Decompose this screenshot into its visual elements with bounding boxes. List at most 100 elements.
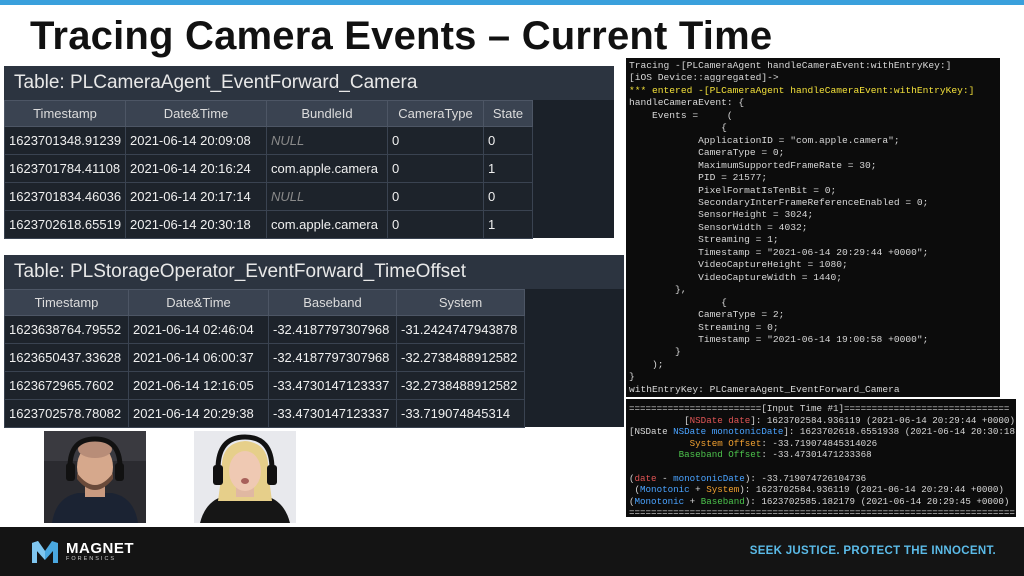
console-body: Events = ( { ApplicationID = "com.apple.… bbox=[629, 109, 929, 383]
camera-events-table-panel: Table: PLCameraAgent_EventForward_Camera… bbox=[4, 66, 614, 239]
table-row[interactable]: 1623702618.65519 2021-06-14 20:30:18 com… bbox=[4, 210, 533, 239]
table-row[interactable]: 1623650437.33628 2021-06-14 06:00:37 -32… bbox=[4, 343, 525, 372]
cell: -33.719074845314 bbox=[396, 399, 525, 428]
nsdate-value: : 1623702584.936119 (2021-06-14 20:29:44… bbox=[755, 414, 1015, 426]
output-header: ========================[Input Time #1]=… bbox=[629, 403, 1010, 414]
cell: NULL bbox=[266, 126, 388, 155]
cell: 1623701834.46036 bbox=[4, 182, 126, 211]
cell: 2021-06-14 02:46:04 bbox=[128, 315, 269, 344]
table-row[interactable]: 1623702578.78082 2021-06-14 20:29:38 -33… bbox=[4, 399, 525, 428]
table-row[interactable]: 1623701784.41108 2021-06-14 20:16:24 com… bbox=[4, 154, 533, 183]
cell: -33.4730147123337 bbox=[268, 399, 397, 428]
footer-bar: MAGNET FORENSICS SEEK JUSTICE. PROTECT T… bbox=[0, 527, 1024, 576]
cell: 0 bbox=[387, 126, 484, 155]
cell: com.apple.camera bbox=[266, 210, 388, 239]
cell: 0 bbox=[387, 154, 484, 183]
mono-sys-value: ): 1623702584.936119 (2021-06-14 20:29:4… bbox=[739, 484, 1004, 496]
footer-tagline: SEEK JUSTICE. PROTECT THE INNOCENT. bbox=[749, 545, 996, 557]
magnet-forensics-logo[interactable]: MAGNET FORENSICS bbox=[30, 537, 134, 567]
cell: com.apple.camera bbox=[266, 154, 388, 183]
logo-wordmark: MAGNET bbox=[66, 540, 134, 557]
mono-bb-a: Monotonic bbox=[634, 495, 685, 507]
column-header[interactable]: Baseband bbox=[268, 289, 397, 316]
column-header[interactable]: Date&Time bbox=[125, 100, 267, 127]
column-header[interactable]: System bbox=[396, 289, 525, 316]
table-title: Table: PLCameraAgent_EventForward_Camera bbox=[4, 66, 614, 100]
cell: 1623702618.65519 bbox=[4, 210, 126, 239]
column-header[interactable]: State bbox=[483, 100, 533, 127]
cell: 2021-06-14 12:16:05 bbox=[128, 371, 269, 400]
cell: 2021-06-14 20:29:38 bbox=[128, 399, 269, 428]
console-line: handleCameraEvent: { bbox=[629, 97, 745, 109]
cell: 2021-06-14 06:00:37 bbox=[128, 343, 269, 372]
baseband-offset-value: : -33.47301471233368 bbox=[761, 449, 872, 461]
table-row[interactable]: 1623701348.91239 2021-06-14 20:09:08 NUL… bbox=[4, 126, 533, 155]
webcam-presenter-1 bbox=[44, 431, 146, 523]
cell: 0 bbox=[483, 126, 533, 155]
cell: -32.4187797307968 bbox=[268, 343, 397, 372]
table-row[interactable]: 1623638764.79552 2021-06-14 02:46:04 -32… bbox=[4, 315, 525, 344]
cell: 0 bbox=[387, 182, 484, 211]
diff-value: ): -33.719074726104736 bbox=[744, 472, 867, 484]
table-row[interactable]: 1623701834.46036 2021-06-14 20:17:14 NUL… bbox=[4, 182, 533, 211]
cell: 1623638764.79552 bbox=[4, 315, 129, 344]
console-line: [iOS Device::aggregated]-> bbox=[629, 72, 779, 84]
table-row[interactable]: 1623672965.7602 2021-06-14 12:16:05 -33.… bbox=[4, 371, 525, 400]
table-title: Table: PLStorageOperator_EventForward_Ti… bbox=[4, 255, 624, 289]
cell: 1 bbox=[483, 154, 533, 183]
cell: NULL bbox=[266, 182, 388, 211]
console-output: Tracing -[PLCameraAgent handleCameraEven… bbox=[629, 60, 997, 396]
cell: 2021-06-14 20:17:14 bbox=[125, 182, 267, 211]
top-accent-stripe bbox=[0, 0, 1024, 5]
monotonic-value: : 1623702618.6551938 (2021-06-14 20:30:1… bbox=[788, 426, 1015, 438]
presenter-1-image bbox=[44, 431, 146, 523]
system-offset-value: : -33.719074845314026 bbox=[761, 437, 878, 449]
baseband-offset-label: Baseband Offset bbox=[678, 449, 762, 461]
magnet-m-icon bbox=[32, 541, 58, 563]
cell: -32.2738488912582 bbox=[396, 343, 525, 372]
time-calculation-console[interactable]: ========================[Input Time #1]=… bbox=[626, 399, 1016, 517]
column-header[interactable]: Timestamp bbox=[4, 289, 129, 316]
time-offset-table: Timestamp Date&Time Baseband System 1623… bbox=[4, 289, 525, 428]
diff-a: date bbox=[634, 472, 657, 484]
diff-b: monotonicDate bbox=[673, 472, 745, 484]
cell: -31.2424747943878 bbox=[396, 315, 525, 344]
trace-console[interactable]: Tracing -[PLCameraAgent handleCameraEven… bbox=[626, 58, 1000, 397]
console-line: Tracing -[PLCameraAgent handleCameraEven… bbox=[629, 60, 952, 71]
monotonic-label: NSDate monotonicDate bbox=[673, 426, 784, 438]
cell: -32.4187797307968 bbox=[268, 315, 397, 344]
cell: 2021-06-14 20:09:08 bbox=[125, 126, 267, 155]
cell: 1623672965.7602 bbox=[4, 371, 129, 400]
mono-sys-b: System bbox=[706, 484, 740, 496]
camera-events-table: Timestamp Date&Time BundleId CameraType … bbox=[4, 100, 533, 239]
console-line: withEntryKey: PLCameraAgent_EventForward… bbox=[629, 383, 900, 395]
cell: -33.4730147123337 bbox=[268, 371, 397, 400]
cell: 2021-06-14 20:30:18 bbox=[125, 210, 267, 239]
cell: 1623702578.78082 bbox=[4, 399, 129, 428]
column-header[interactable]: BundleId bbox=[266, 100, 388, 127]
cell: 2021-06-14 20:16:24 bbox=[125, 154, 267, 183]
column-header[interactable]: CameraType bbox=[387, 100, 484, 127]
column-header[interactable]: Timestamp bbox=[4, 100, 126, 127]
webcam-presenter-2 bbox=[194, 431, 296, 523]
mono-bb-b: Baseband bbox=[700, 495, 745, 507]
cell: 0 bbox=[483, 182, 533, 211]
cell: 1623701784.41108 bbox=[4, 154, 126, 183]
time-offset-table-panel: Table: PLStorageOperator_EventForward_Ti… bbox=[4, 255, 624, 428]
nsdate-label: NSDate date bbox=[689, 414, 751, 426]
system-offset-label: System Offset bbox=[689, 437, 762, 449]
console-line-highlight: *** entered -[PLCameraAgent handleCamera… bbox=[629, 84, 975, 96]
output-footer: ========================================… bbox=[629, 507, 1015, 517]
slide-title: Tracing Camera Events – Current Time bbox=[30, 14, 773, 58]
mono-sys-a: Monotonic bbox=[640, 484, 690, 496]
cell: 1623701348.91239 bbox=[4, 126, 126, 155]
cell: 1623650437.33628 bbox=[4, 343, 129, 372]
cell: -32.2738488912582 bbox=[396, 371, 525, 400]
table-header-row: Timestamp Date&Time BundleId CameraType … bbox=[4, 100, 533, 127]
logo-subtext: FORENSICS bbox=[66, 556, 117, 562]
time-output: ========================[Input Time #1]=… bbox=[629, 403, 1015, 517]
column-header[interactable]: Date&Time bbox=[128, 289, 269, 316]
presenter-2-image bbox=[194, 431, 296, 523]
table-header-row: Timestamp Date&Time Baseband System bbox=[4, 289, 525, 316]
cell: 1 bbox=[483, 210, 533, 239]
